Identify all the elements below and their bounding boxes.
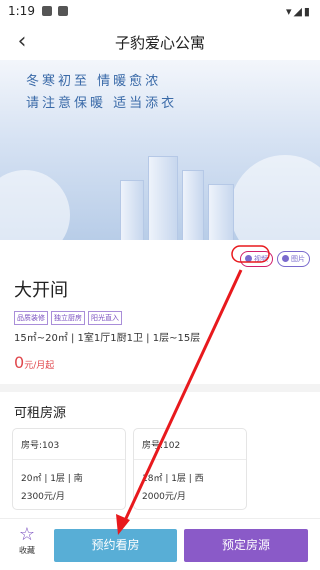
media-tabs: 视频 图片 xyxy=(236,246,310,267)
section-title-rentable: 可租房源 xyxy=(14,406,67,421)
room-tag: 品质装修 xyxy=(14,311,48,325)
building-illustration xyxy=(120,180,144,240)
page-title: 子豹爱心公寓 xyxy=(114,34,205,52)
notification-icon xyxy=(58,6,68,16)
room-tag: 阳光直入 xyxy=(88,311,122,325)
card-room-price: 2000元/月 xyxy=(142,492,186,502)
book-viewing-button[interactable]: 预约看房 xyxy=(54,529,177,562)
bottom-action-bar: ☆ 收藏 预约看房 预定房源 xyxy=(0,518,320,570)
nav-bar: ‹ 子豹爱心公寓 xyxy=(0,24,320,60)
room-card[interactable]: 房号:102 18㎡ | 1层 | 西 2000元/月 xyxy=(133,428,247,510)
card-room-info: 18㎡ | 1层 | 西 xyxy=(142,474,204,484)
room-price: 0元/月起 xyxy=(14,353,54,372)
tab-video-label: 视频 xyxy=(254,255,268,263)
price-value: 0 xyxy=(14,353,25,372)
tab-photo-label: 图片 xyxy=(291,255,305,263)
room-card[interactable]: 房号:103 20㎡ | 1层 | 南 2300元/月 xyxy=(12,428,126,510)
section-divider xyxy=(0,384,320,392)
notification-icon xyxy=(42,6,52,16)
card-room-price: 2300元/月 xyxy=(21,492,65,502)
frost-decoration xyxy=(0,170,70,240)
card-divider xyxy=(13,459,125,460)
signal-battery-icon: ▾◢▮ xyxy=(285,5,312,18)
favorite-label: 收藏 xyxy=(19,546,35,555)
frost-decoration xyxy=(230,155,320,240)
banner-line-1: 冬寒初至 情暖愈浓 xyxy=(26,74,162,89)
building-illustration xyxy=(208,184,234,240)
room-tag: 独立厨房 xyxy=(51,311,85,325)
star-outline-icon: ☆ xyxy=(18,524,36,545)
banner-line-2: 请注意保暖 适当添衣 xyxy=(26,96,178,111)
status-time: 1:19 xyxy=(8,4,35,18)
video-icon xyxy=(245,255,252,262)
room-name: 大开间 xyxy=(14,280,68,301)
card-room-info: 20㎡ | 1层 | 南 xyxy=(21,474,83,484)
price-unit: 元/月起 xyxy=(24,361,55,371)
banner-image[interactable]: 冬寒初至 情暖愈浓 请注意保暖 适当添衣 xyxy=(0,60,320,240)
building-illustration xyxy=(148,156,178,240)
favorite-button[interactable]: ☆ 收藏 xyxy=(10,525,44,556)
card-room-number: 房号:103 xyxy=(21,441,60,451)
status-bar: 1:19 ▾◢▮ xyxy=(0,0,320,24)
photo-icon xyxy=(282,255,289,262)
room-tags: 品质装修 独立厨房 阳光直入 xyxy=(14,305,125,325)
tab-video[interactable]: 视频 xyxy=(240,251,273,267)
building-illustration xyxy=(182,170,204,240)
card-divider xyxy=(134,459,246,460)
card-room-number: 房号:102 xyxy=(142,441,181,451)
room-spec: 15㎡~20㎡ | 1室1厅1厨1卫 | 1层~15层 xyxy=(14,333,201,344)
reserve-room-button[interactable]: 预定房源 xyxy=(184,529,308,562)
tab-photo[interactable]: 图片 xyxy=(277,251,310,267)
